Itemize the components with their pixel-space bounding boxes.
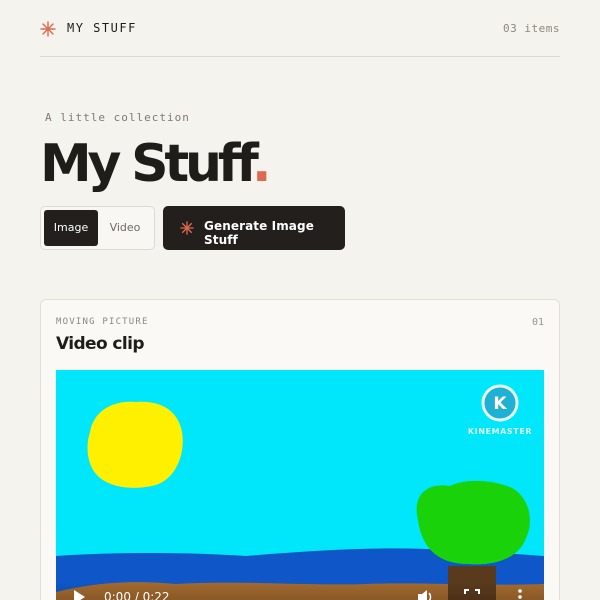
media-type-toggle: Image Video — [40, 206, 155, 250]
kinemaster-watermark: KINEMASTER — [467, 427, 533, 436]
video-player[interactable]: K KINEMASTER 0:00 / 0:22 — [56, 370, 544, 600]
card-title: Video clip — [56, 334, 144, 354]
asterisk-icon — [180, 221, 194, 235]
generate-button-label: Generate Image Stuff — [204, 219, 314, 247]
card-type-label: MOVING PICTURE — [56, 317, 149, 327]
fullscreen-icon[interactable] — [464, 589, 480, 600]
toggle-image[interactable]: Image — [44, 210, 98, 246]
media-card: MOVING PICTURE 01 Video clip K KINEMASTE… — [40, 299, 560, 600]
item-count: 03 items — [503, 22, 560, 35]
page-title-dot: . — [251, 134, 272, 194]
player-controls: 0:00 / 0:22 — [56, 582, 544, 600]
play-icon[interactable] — [72, 589, 86, 600]
page-title: My Stuff. — [40, 128, 272, 200]
hero-eyebrow: A little collection — [45, 111, 190, 124]
svg-text:K: K — [493, 394, 507, 414]
player-time: 0:00 / 0:22 — [104, 590, 170, 600]
generate-button[interactable]: Generate Image Stuff — [163, 206, 345, 250]
top-bar: MY STUFF 03 items — [40, 0, 560, 57]
video-frame: K — [56, 370, 544, 600]
volume-icon[interactable] — [416, 588, 434, 600]
page-title-text: My Stuff — [40, 134, 256, 194]
toggle-video[interactable]: Video — [98, 210, 152, 246]
brand-title[interactable]: MY STUFF — [67, 21, 137, 35]
card-index: 01 — [531, 317, 544, 328]
more-options-icon[interactable] — [516, 588, 524, 600]
asterisk-icon — [40, 21, 56, 37]
